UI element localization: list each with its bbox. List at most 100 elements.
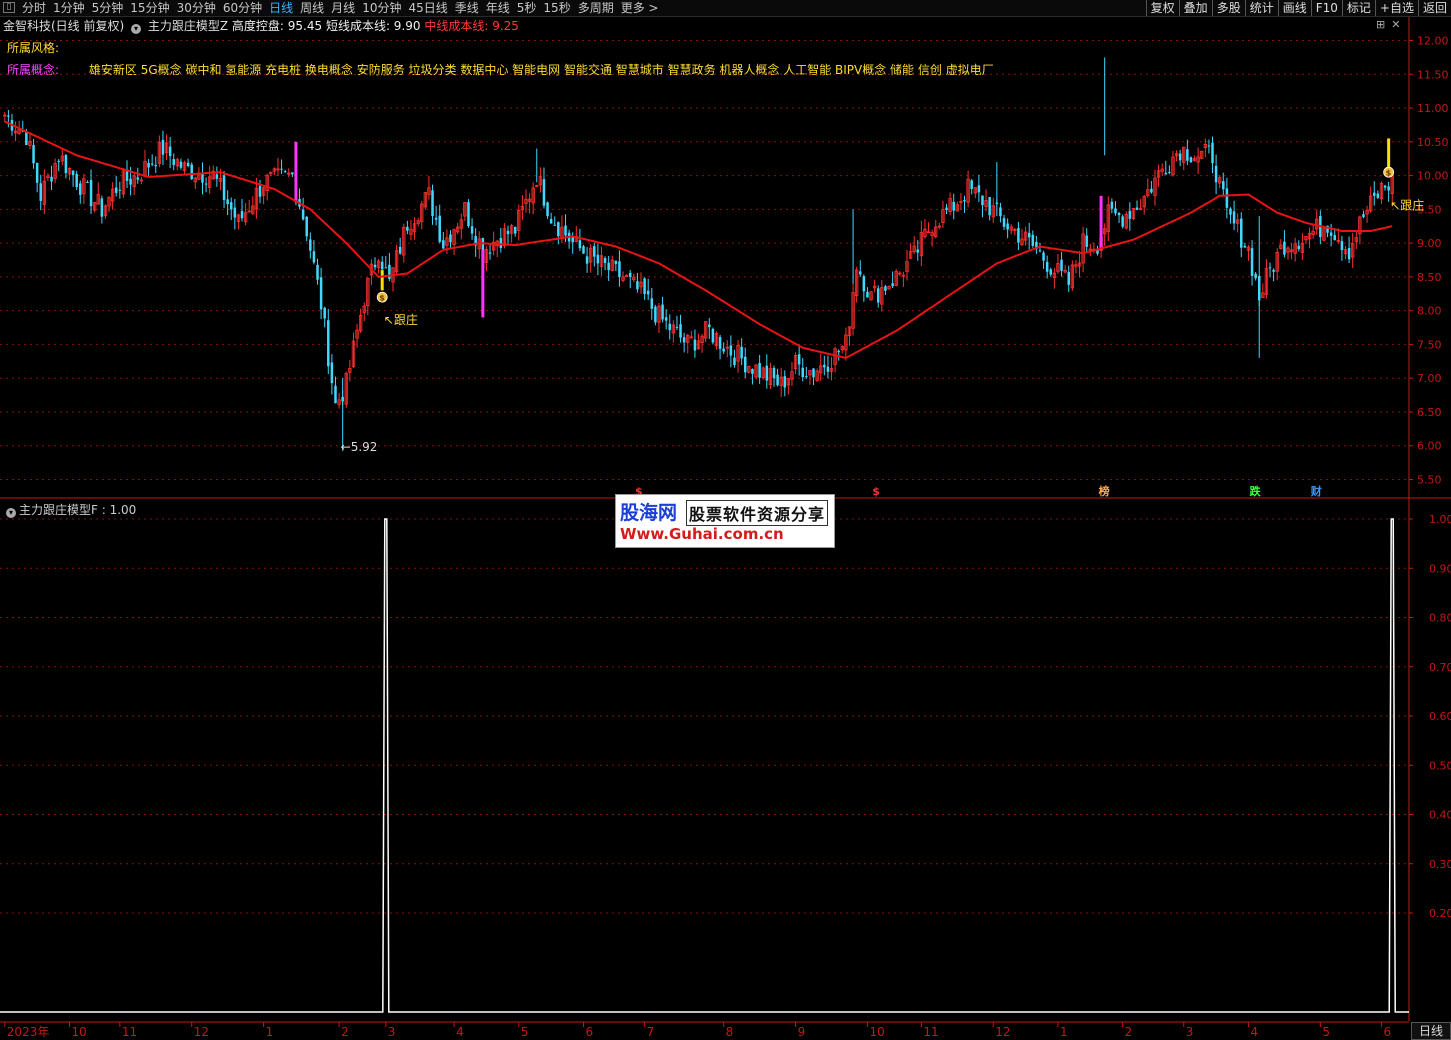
main-y-tick-label: 11.00 xyxy=(1417,102,1449,115)
candle-body xyxy=(1017,228,1020,243)
candle-body xyxy=(776,374,779,386)
candle-body xyxy=(25,132,28,146)
candle-body xyxy=(643,278,646,294)
candle-body xyxy=(1060,259,1063,271)
price-annotation: ←5.92 xyxy=(341,440,378,454)
candle-body xyxy=(826,366,830,372)
candle-body xyxy=(988,197,991,216)
candle-body xyxy=(129,178,132,185)
candle-body xyxy=(384,267,388,269)
main-y-tick-label: 10.50 xyxy=(1417,136,1449,149)
candle-body xyxy=(743,356,747,373)
candle-body xyxy=(916,249,920,253)
candle-body xyxy=(1110,201,1114,209)
ind-y-tick-label: 0.40 xyxy=(1429,809,1451,822)
candle-body xyxy=(449,234,452,243)
candle-body xyxy=(89,180,93,207)
candle-body xyxy=(1189,157,1193,163)
candle-body xyxy=(75,173,78,188)
x-tick-label: 8 xyxy=(726,1025,734,1039)
candle-body xyxy=(1383,185,1387,188)
candle-body xyxy=(585,256,589,264)
candle-body xyxy=(1387,186,1390,191)
candle-body xyxy=(179,161,183,168)
candle-body xyxy=(1376,193,1380,198)
candle-body xyxy=(1114,208,1117,214)
candle-body xyxy=(1085,235,1088,247)
event-marker: $ xyxy=(872,485,880,498)
candle-body xyxy=(488,252,492,254)
candle-body xyxy=(765,365,769,381)
x-tick-label: 2023年 xyxy=(7,1025,50,1039)
candle-body xyxy=(327,320,330,367)
ind-y-tick-label: 0.20 xyxy=(1429,907,1451,920)
x-tick-label: 12 xyxy=(194,1025,209,1039)
candle-body xyxy=(708,324,711,328)
candle-body xyxy=(186,162,190,167)
candle-body xyxy=(564,225,567,236)
candle-body xyxy=(291,172,294,175)
main-y-tick-label: 7.00 xyxy=(1417,372,1442,385)
x-tick-label: 10 xyxy=(71,1025,86,1039)
candle-body xyxy=(1164,172,1168,175)
candle-body xyxy=(963,200,966,202)
candle-body xyxy=(797,354,801,365)
candle-body xyxy=(1297,245,1301,250)
x-tick-label: 2 xyxy=(341,1025,349,1039)
candle-body xyxy=(1150,188,1153,193)
main-y-tick-label: 6.00 xyxy=(1417,440,1442,453)
candle-body xyxy=(434,217,438,220)
candle-body xyxy=(805,376,808,378)
candle-body xyxy=(7,115,10,117)
candle-body xyxy=(1240,218,1243,248)
candle-body xyxy=(86,181,89,183)
candle-body xyxy=(301,209,305,220)
candle-body xyxy=(1254,273,1257,279)
candle-body xyxy=(1027,232,1031,238)
candle-body xyxy=(161,139,165,155)
candle-body xyxy=(751,369,754,374)
candle-body xyxy=(801,367,805,378)
candle-body xyxy=(571,237,574,243)
logo-text-tagline: 股票软件资源分享 xyxy=(686,500,829,526)
candle-body xyxy=(373,264,377,268)
candle-body xyxy=(553,224,556,226)
candle-body xyxy=(309,239,312,251)
magenta-signal-bar xyxy=(1099,195,1103,250)
candle-body xyxy=(557,222,560,237)
ind-y-tick-label: 0.90 xyxy=(1429,562,1451,575)
candle-body xyxy=(542,179,546,206)
candle-body xyxy=(406,226,409,231)
price-annotation: ↖跟庄 xyxy=(1390,197,1424,212)
candle-body xyxy=(57,161,60,163)
candle-body xyxy=(71,170,75,175)
ind-y-tick-label: 0.50 xyxy=(1429,759,1451,772)
candle-body xyxy=(229,202,233,210)
candle-body xyxy=(999,207,1002,217)
candle-body xyxy=(783,376,787,388)
candle-body xyxy=(470,226,474,234)
candle-body xyxy=(1329,232,1333,236)
event-marker: 榜 xyxy=(1099,484,1110,498)
period-button[interactable]: 日线 xyxy=(1411,1022,1451,1040)
candle-body xyxy=(32,145,35,164)
candle-body xyxy=(438,215,441,242)
candle-body xyxy=(323,307,326,319)
candle-body xyxy=(1135,207,1139,210)
candle-body xyxy=(593,246,596,257)
main-y-tick-label: 5.50 xyxy=(1417,474,1442,487)
candle-body xyxy=(1347,247,1351,260)
candle-body xyxy=(1283,241,1286,255)
main-y-tick-label: 11.50 xyxy=(1417,68,1449,81)
x-tick-label: 11 xyxy=(923,1025,938,1039)
candle-body xyxy=(675,326,679,328)
candle-body xyxy=(1211,142,1214,164)
candle-body xyxy=(1178,153,1182,161)
yellow-signal-bar xyxy=(1387,138,1391,171)
candle-body xyxy=(977,185,981,193)
main-y-tick-label: 8.00 xyxy=(1417,305,1442,318)
logo-text-main: 股海网 xyxy=(620,502,678,524)
candle-body xyxy=(1049,269,1053,275)
candle-body xyxy=(823,364,826,368)
ind-y-tick-label: 0.30 xyxy=(1429,858,1451,871)
